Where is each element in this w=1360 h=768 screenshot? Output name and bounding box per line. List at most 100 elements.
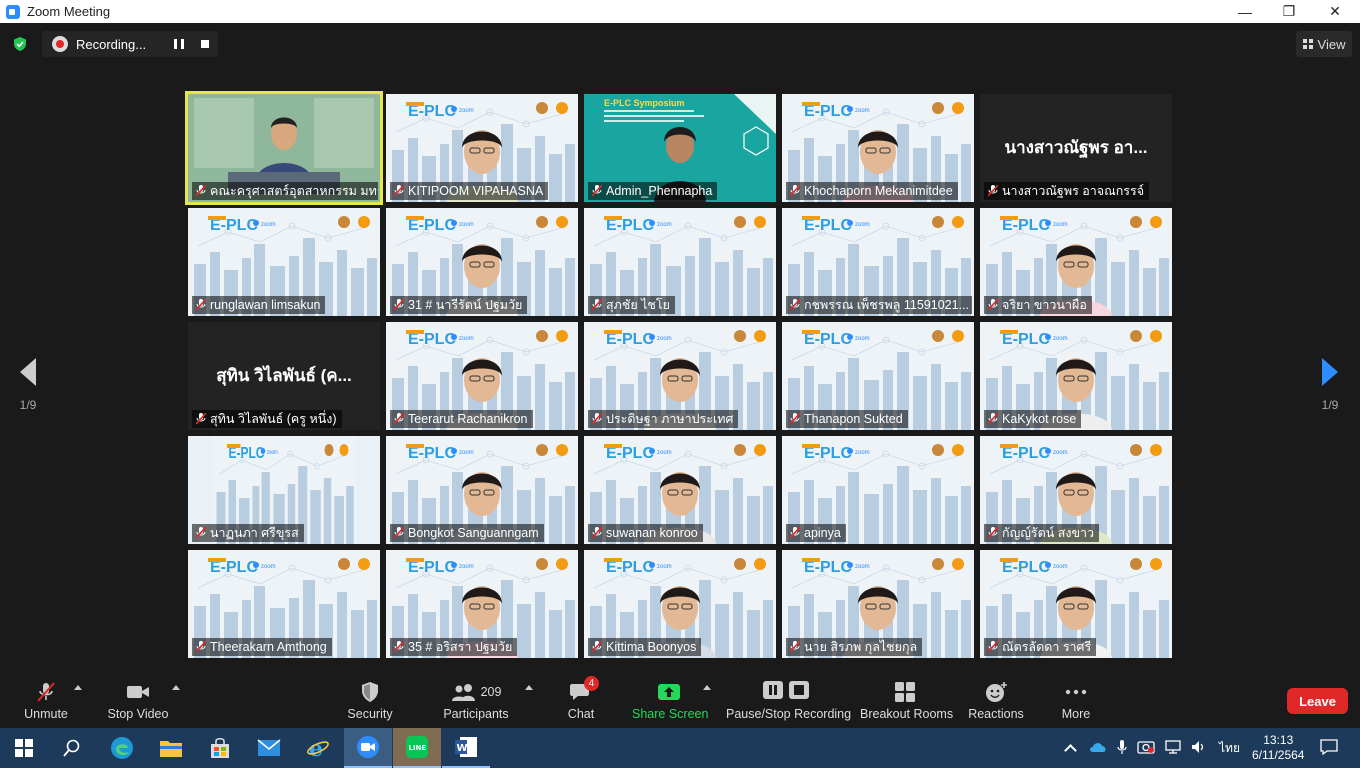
video-tile[interactable]: E-PLC zoom ประดิษฐา ภาษาประเทศ: [584, 322, 776, 430]
pause-stop-recording-icon: [762, 681, 810, 703]
video-tile[interactable]: E-PLC zoom Khochaporn Mekanimitdee: [782, 94, 974, 202]
share-screen-icon: [657, 681, 681, 703]
chevron-right-icon[interactable]: [1322, 358, 1338, 386]
security-button[interactable]: Security: [344, 681, 396, 721]
video-tile[interactable]: E-PLC zoom suwanan konroo: [584, 436, 776, 544]
video-tile[interactable]: E-PLC zoom จริยา ขาวนาผือ: [980, 208, 1172, 316]
participants-options-caret-icon[interactable]: [525, 685, 533, 690]
share-screen-button[interactable]: Share Screen: [632, 681, 708, 721]
participant-name: Thanapon Sukted: [804, 412, 903, 426]
video-tile[interactable]: E-PLC zoom runglawan limsakun: [188, 208, 380, 316]
microphone-tray-icon[interactable]: [1117, 739, 1127, 758]
store-icon[interactable]: [196, 728, 244, 768]
share-options-caret-icon[interactable]: [703, 685, 711, 690]
participant-name: กัญญ์รัตน์ สงขาว: [1002, 526, 1095, 540]
muted-microphone-icon: [988, 641, 998, 653]
muted-microphone-icon: [988, 413, 998, 425]
close-button[interactable]: ✕: [1312, 0, 1358, 23]
notifications-icon[interactable]: [1320, 738, 1339, 758]
input-language[interactable]: ไทย: [1219, 739, 1240, 758]
video-tile[interactable]: E-PLC zoom 35 # อริสรา ปฐมวัย: [386, 550, 578, 658]
video-tile[interactable]: E-PLC zoom KITIPOOM VIPAHASNA: [386, 94, 578, 202]
video-tile[interactable]: สุทิน วิไลพันธ์ (ค... สุทิน วิไลพันธ์ (คร…: [188, 322, 380, 430]
video-tile[interactable]: E-PLC zoom apinya: [782, 436, 974, 544]
chevron-left-icon[interactable]: [20, 358, 36, 386]
video-tile[interactable]: E-PLC zoom Theerakarn Amthong: [188, 550, 380, 658]
file-explorer-icon[interactable]: [147, 728, 195, 768]
breakout-rooms-button[interactable]: Breakout Rooms: [860, 681, 954, 721]
chat-button[interactable]: 4 Chat: [560, 676, 602, 721]
svg-text:zoom: zoom: [657, 564, 672, 570]
pause-stop-recording-button[interactable]: Pause/Stop Recording: [726, 681, 852, 721]
clock[interactable]: 13:13 6/11/2564: [1252, 733, 1305, 763]
more-button[interactable]: More: [1056, 681, 1096, 721]
svg-text:zoom: zoom: [459, 108, 474, 114]
volume-icon[interactable]: [1191, 740, 1207, 757]
svg-text:zoom: zoom: [657, 222, 672, 228]
start-icon[interactable]: [0, 728, 48, 768]
breakout-rooms-label: Breakout Rooms: [860, 707, 954, 721]
video-tile[interactable]: E-PLC zoom Teerarut Rachanikron: [386, 322, 578, 430]
stop-video-button[interactable]: Stop Video: [104, 681, 172, 721]
participant-name-label: Teerarut Rachanikron: [390, 410, 533, 428]
participant-name-label: กชพรรณ เพ็ชรพลู 11591021...: [786, 296, 972, 314]
participant-name-label: สุภชัย ไชโย: [588, 296, 675, 314]
view-button[interactable]: View: [1296, 31, 1352, 57]
grid-view-icon: [1302, 39, 1313, 49]
title-bar: Zoom Meeting — ❐ ✕: [0, 0, 1360, 23]
video-tile[interactable]: คณะครุศาสตร์อุตสาหกรรม มทร....: [185, 91, 383, 205]
encryption-shield-icon[interactable]: [12, 36, 28, 52]
video-tile[interactable]: E-PLC zoom กชพรรณ เพ็ชรพลู 11591021...: [782, 208, 974, 316]
minimize-button[interactable]: —: [1222, 0, 1268, 23]
edge-icon[interactable]: [98, 728, 146, 768]
participants-button[interactable]: 209 Participants: [440, 681, 512, 721]
video-tile[interactable]: E-PLC zoom KaKykot rose: [980, 322, 1172, 430]
video-tile[interactable]: นางสาวณัฐพร อา... นางสาวณัฐพร อาจณกรรจ์: [980, 94, 1172, 202]
video-tile[interactable]: E-PLC Symposium Admin_Phennapha: [584, 94, 776, 202]
leave-button[interactable]: Leave: [1287, 688, 1348, 714]
camera-tray-icon[interactable]: [1137, 740, 1155, 757]
maximize-button[interactable]: ❐: [1266, 0, 1312, 23]
video-tile[interactable]: E-PLC zoom สุภชัย ไชโย: [584, 208, 776, 316]
video-options-caret-icon[interactable]: [172, 685, 180, 690]
zoom-icon[interactable]: [344, 728, 392, 768]
participant-name-label: Kittima Boonyos: [588, 638, 702, 656]
participant-name: 35 # อริสรา ปฐมวัย: [408, 640, 513, 654]
pause-recording-icon[interactable]: [174, 39, 184, 49]
participants-count: 209: [480, 685, 502, 699]
mail-icon[interactable]: [245, 728, 293, 768]
previous-page[interactable]: 1/9: [10, 358, 46, 412]
pause-stop-recording-label: Pause/Stop Recording: [726, 707, 852, 721]
chat-bubble-icon: 4: [569, 676, 599, 703]
video-tile[interactable]: E-PLC zoom 31 # นารีรัตน์ ปฐมวัย: [386, 208, 578, 316]
muted-microphone-icon: [196, 641, 206, 653]
reactions-button[interactable]: Reactions: [968, 681, 1024, 721]
participant-name: apinya: [804, 526, 841, 540]
video-tile[interactable]: E-PLC zoom ณัตรลัดดา ราศรี: [980, 550, 1172, 658]
video-tile[interactable]: E-PLC zoom นาฏนภา ศรีขุรส: [188, 436, 380, 544]
onedrive-cloud-icon[interactable]: [1089, 741, 1107, 756]
stop-recording-icon[interactable]: [201, 40, 209, 48]
unmute-button[interactable]: Unmute: [20, 681, 72, 721]
video-tile[interactable]: E-PLC zoom Bongkot Sanguanngam: [386, 436, 578, 544]
line-icon[interactable]: LINE: [393, 728, 441, 768]
video-tile[interactable]: E-PLC zoom กัญญ์รัตน์ สงขาว: [980, 436, 1172, 544]
muted-microphone-icon: [35, 681, 57, 703]
participant-name-label: จริยา ขาวนาผือ: [984, 296, 1092, 314]
participant-name: สุทิน วิไลพันธ์ (ครู หนึ่ง): [210, 412, 337, 426]
svg-text:zoom: zoom: [267, 449, 278, 456]
search-icon[interactable]: [48, 728, 96, 768]
show-hidden-icons-icon[interactable]: [1064, 744, 1077, 757]
participant-name: นางสาวณัฐพร อาจณกรรจ์: [1002, 184, 1145, 198]
network-icon[interactable]: [1165, 739, 1181, 757]
video-tile[interactable]: E-PLC zoom นาย สิรภพ กุลไชยกุล: [782, 550, 974, 658]
video-tile[interactable]: E-PLC zoom Thanapon Sukted: [782, 322, 974, 430]
next-page[interactable]: 1/9: [1312, 358, 1348, 412]
participant-name-label: apinya: [786, 524, 846, 542]
word-icon[interactable]: W: [442, 728, 490, 768]
participant-name-label: Thanapon Sukted: [786, 410, 908, 428]
video-tile[interactable]: E-PLC zoom Kittima Boonyos: [584, 550, 776, 658]
svg-text:zoom: zoom: [1053, 336, 1068, 342]
ie-icon[interactable]: e: [294, 728, 342, 768]
audio-options-caret-icon[interactable]: [74, 685, 82, 690]
